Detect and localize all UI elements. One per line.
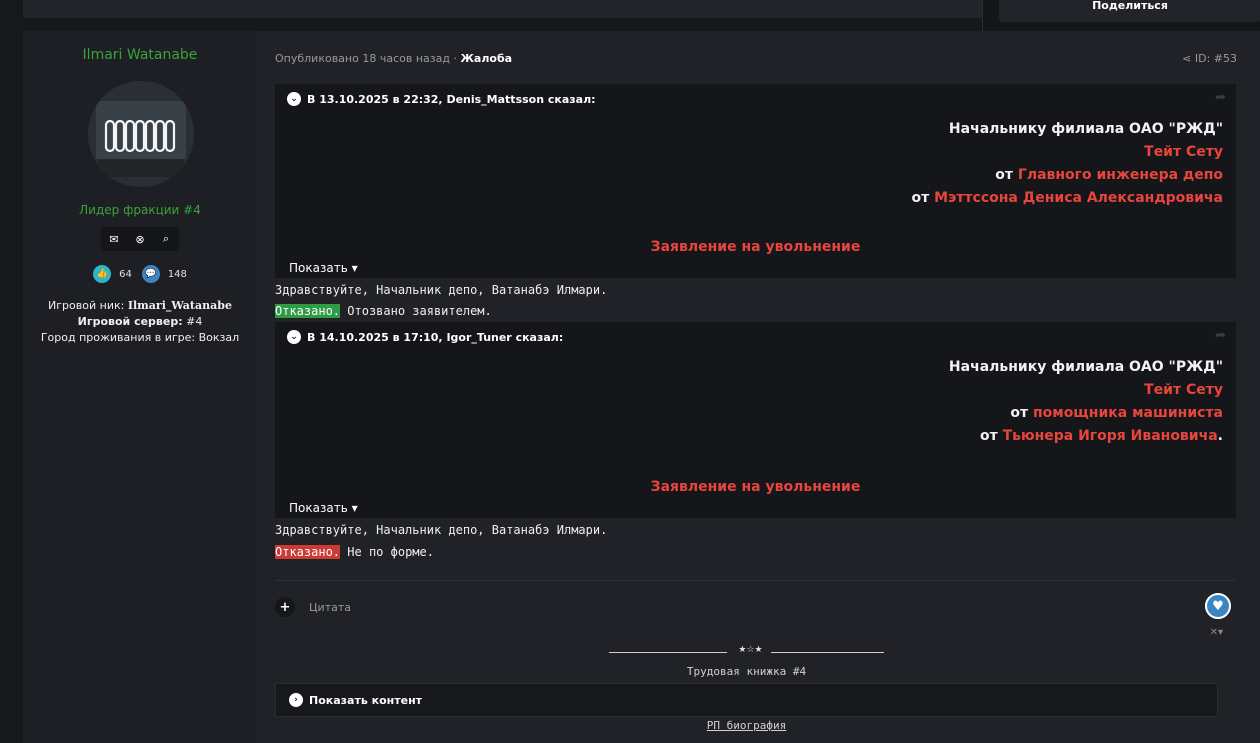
caret-down-icon: ▾ [351,501,358,515]
posts-count: 148 [167,268,187,280]
nick-row: Игровой ник: Ilmari_Watanabe [48,299,232,312]
signature-stars: ★☆★ [738,645,763,655]
likes-count: 64 [119,268,132,280]
post-meta: Опубликовано 18 часов назад · Жалоба [275,52,512,65]
post-id[interactable]: ⋖ ID: #53 [1182,52,1237,65]
quote-block-1: ⌄ В 13.10.2025 в 22:32, Denis_Mattsson с… [275,84,1236,278]
show-more-button[interactable]: Показать ▾ [289,261,358,275]
quote-header[interactable]: ⌄ В 13.10.2025 в 22:32, Denis_Mattsson с… [287,92,596,106]
close-icon[interactable]: ✕▾ [1210,627,1223,638]
bio-link[interactable]: РП биография [275,719,1218,732]
user-rank: Лидер фракции #4 [79,203,201,217]
quote-block-2: ⌄ В 14.10.2025 в 17:10, Igor_Tuner сказа… [275,322,1236,518]
reply-greeting-2: Здравствуйте, Начальник депо, Ватанабэ И… [275,523,608,537]
forum-post: Ilmari Watanabe Лидер фракции #4 ✉ ⊗ ⌕ 👍… [23,31,1260,743]
reply-status-1: Отказано. Отозвано заявителем. [275,304,492,318]
author-panel: Ilmari Watanabe Лидер фракции #4 ✉ ⊗ ⌕ 👍… [23,31,257,743]
quote-title: Заявление на увольнение [650,239,861,255]
chevron-right-icon[interactable]: › [289,693,303,707]
quote-button[interactable]: Цитата [309,601,351,614]
likes-stat: 👍 64 [93,265,132,283]
user-info: Игровой ник: Ilmari_Watanabe Игровой сер… [23,298,257,346]
signature-line-left [609,652,727,653]
spoiler-toggle[interactable]: › Показать контент [275,683,1218,717]
show-more-button[interactable]: Показать ▾ [289,501,358,515]
chevron-down-icon[interactable]: ⌄ [287,92,301,106]
published-time[interactable]: Опубликовано 18 часов назад · [275,52,457,65]
quote-addressee: Начальнику филиала ОАО "РЖД" Тейт Сету о… [948,359,1223,444]
post-divider [275,580,1236,581]
quote-addressee: Начальнику филиала ОАО "РЖД" Тейт Сету о… [911,121,1223,206]
user-stats: 👍 64 💬 148 [23,265,257,283]
share-button[interactable]: Поделиться [999,0,1260,22]
avatar[interactable] [88,81,194,187]
reply-greeting-1: Здравствуйте, Начальник депо, Ватанабэ И… [275,283,608,297]
signature-line-right [771,652,884,653]
quote-title: Заявление на увольнение [650,479,861,495]
reply-arrow-icon[interactable]: ➦ [1215,90,1226,105]
city-value: Вокзал [198,331,240,344]
posts-stat: 💬 148 [141,265,187,283]
server-row: Игровой сервер: #4 [77,315,203,328]
share-icon[interactable]: ⋖ [1182,52,1191,65]
block-icon[interactable]: ⊗ [130,233,150,246]
thumbs-up-icon: 👍 [93,265,112,283]
status-denied-tag: Отказано. [275,545,341,559]
city-row: Город проживания в игре: Вокзал [40,331,240,344]
reply-arrow-icon[interactable]: ➦ [1215,328,1226,343]
post-content: Опубликовано 18 часов назад · Жалоба ⋖ I… [275,31,1237,743]
heart-icon[interactable]: ♥ [1205,593,1231,619]
quote-action[interactable]: + Цитата [275,597,351,617]
avatar-image [88,81,194,187]
chevron-down-icon[interactable]: ⌄ [287,330,301,344]
server-value: #4 [186,315,203,328]
quote-header[interactable]: ⌄ В 14.10.2025 в 17:10, Igor_Tuner сказа… [287,330,563,344]
user-tools: ✉ ⊗ ⌕ [101,227,179,251]
report-link[interactable]: Жалоба [460,52,512,65]
envelope-icon[interactable]: ✉ [104,233,124,246]
caret-down-icon: ▾ [351,261,358,275]
plus-icon[interactable]: + [275,597,295,617]
status-approved-tag: Отказано. [275,304,341,318]
search-icon[interactable]: ⌕ [156,232,176,246]
author-name[interactable]: Ilmari Watanabe [23,47,257,63]
comment-icon: 💬 [141,265,160,283]
signature-title: Трудовая книжка #4 [686,665,807,678]
reply-status-2: Отказано. Не по форме. [275,545,434,559]
nick-value: Ilmari_Watanabe [127,299,232,312]
